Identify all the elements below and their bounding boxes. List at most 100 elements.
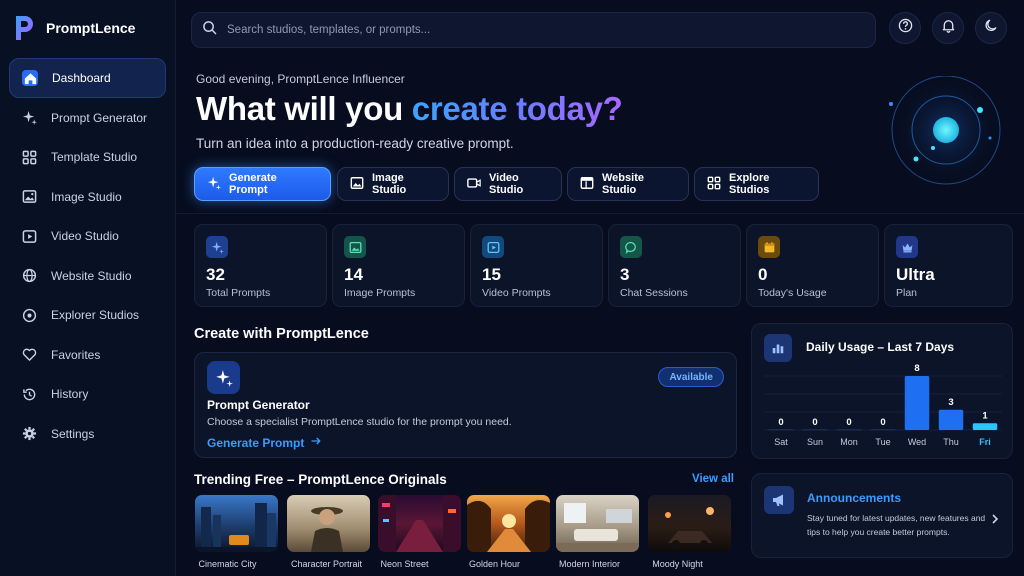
generate-prompt-link[interactable]: Generate Prompt [207,435,322,450]
greeting-text: Good evening, PromptLence Influencer [196,72,405,86]
website-studio-button[interactable]: Website Studio [567,167,689,201]
chart-tick-label: Wed [908,437,926,447]
search-bar[interactable] [191,12,876,48]
chart-bar-tue[interactable] [870,429,896,431]
chart-value-label: 0 [846,417,851,428]
status-badge: Available [658,367,724,387]
home-icon [22,70,38,86]
sidebar-item-label: Website Studio [51,268,132,283]
image-icon [344,236,366,258]
sidebar-item-settings[interactable]: Settings [9,414,166,454]
card-title: Prompt Generator [207,398,310,412]
button-label: Image Studio [372,172,407,196]
button-label: Video Studio [489,172,524,196]
image-studio-button[interactable]: Image Studio [337,167,449,201]
play-icon [21,228,37,244]
sidebar-item-website-studio[interactable]: Website Studio [9,256,166,296]
sidebar-item-explorer-studios[interactable]: Explorer Studios [9,296,166,336]
chevron-right-icon[interactable] [990,512,1000,530]
announcements-card[interactable]: Announcements Stay tuned for latest upda… [751,473,1013,558]
chart-bar-thu[interactable] [938,409,964,430]
history-icon [21,386,37,402]
brand-logo-icon [14,14,36,42]
sparkle-icon [207,176,221,193]
gear-icon [21,426,37,442]
chart-tick-label: Sun [807,437,823,447]
thumbnail-label: Moody Night [652,559,703,569]
sparkle-icon [21,110,37,126]
headline-gradient: create today? [411,90,623,127]
chart-value-label: 0 [778,417,783,428]
thumbnail-modern-interior[interactable] [556,495,639,552]
search-input[interactable] [227,24,827,36]
chart-tick-label: Thu [943,437,959,447]
help-icon [898,18,913,38]
announcements-title: Announcements [807,491,902,505]
stat-card-todays-usage[interactable]: 0 Today's Usage [746,224,879,307]
stat-card-total-prompts[interactable]: 32 Total Prompts [194,224,327,307]
sidebar-item-label: Settings [51,426,95,441]
thumbnail-golden-hour[interactable] [467,495,550,552]
orbit-decoration-icon [889,76,1001,185]
grid-icon [21,149,37,165]
stat-value: 14 [344,265,363,284]
chart-bar-sun[interactable] [802,429,828,431]
heart-icon [21,347,37,363]
theme-toggle-button[interactable] [975,12,1007,44]
thumbnail-character-portrait[interactable] [287,495,370,552]
thumbnail-cinematic-city[interactable] [195,495,278,552]
stat-card-video-prompts[interactable]: 15 Video Prompts [470,224,603,307]
sidebar-item-video-studio[interactable]: Video Studio [9,217,166,257]
stat-card-image-prompts[interactable]: 14 Image Prompts [332,224,465,307]
chart-bar-mon[interactable] [836,429,862,431]
sidebar-item-label: Favorites [51,347,101,362]
stat-label: Chat Sessions [620,287,688,299]
notifications-button[interactable] [932,12,964,44]
video-icon [467,176,481,193]
sidebar-item-prompt-generator[interactable]: Prompt Generator [9,98,166,138]
thumbnail-moody-night[interactable] [648,495,731,552]
sidebar-item-template-studio[interactable]: Template Studio [9,138,166,178]
video-studio-button[interactable]: Video Studio [454,167,562,201]
sidebar-item-label: Dashboard [52,71,111,85]
sidebar-item-history[interactable]: History [9,375,166,415]
grid-icon [707,176,721,193]
arrow-right-icon [310,435,322,450]
sparkle-icon [206,236,228,258]
chart-value-label: 1 [982,410,988,421]
prompt-generator-card[interactable]: Available Prompt Generator Choose a spec… [194,352,737,458]
sidebar-item-label: History [51,387,89,402]
play-icon [482,236,504,258]
chart-bar-wed[interactable] [904,376,930,430]
thumbnail-label: Golden Hour [468,559,521,569]
help-button[interactable] [889,12,921,44]
search-icon [202,20,217,40]
sidebar-item-favorites[interactable]: Favorites [9,335,166,375]
sidebar-item-dashboard[interactable]: Dashboard [9,58,166,98]
compass-icon [21,307,37,323]
sidebar-item-image-studio[interactable]: Image Studio [9,177,166,217]
stat-card-chat-sessions[interactable]: 3 Chat Sessions [608,224,741,307]
stat-value: 3 [620,265,630,284]
chart-bar-fri[interactable] [972,423,998,430]
sidebar-item-label: Image Studio [51,189,122,204]
generate-prompt-button[interactable]: Generate Prompt [194,167,331,201]
stat-label: Image Prompts [344,287,416,299]
brand[interactable]: PromptLence [14,14,135,42]
crown-icon [896,236,918,258]
section-title-trending: Trending Free – PromptLence Originals [194,472,447,487]
thumbnail-neon-street[interactable] [378,495,461,552]
stat-label: Today's Usage [758,287,827,299]
view-all-link[interactable]: View all [692,473,734,485]
chart-bar-sat[interactable] [768,429,794,431]
explore-studios-button[interactable]: Explore Studios [694,167,819,201]
chart-value-label: 3 [948,397,953,408]
stat-card-plan[interactable]: Ultra Plan [884,224,1013,307]
chart-tick-label: Mon [840,437,858,447]
stat-label: Plan [896,287,918,299]
moon-icon [984,18,999,38]
stat-value: 0 [758,265,768,284]
announcements-text: Stay tuned for latest updates, new featu… [807,513,986,537]
button-label: Explore Studios [729,172,770,196]
chart-tick-label: Tue [875,437,890,447]
